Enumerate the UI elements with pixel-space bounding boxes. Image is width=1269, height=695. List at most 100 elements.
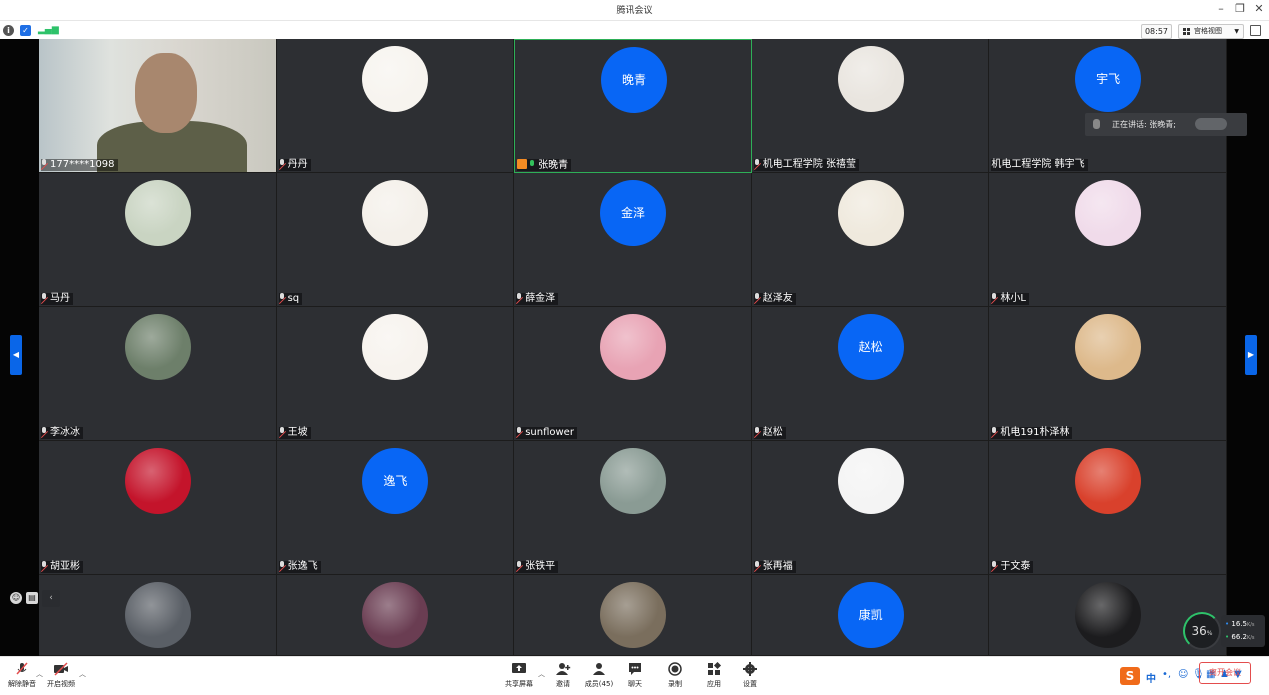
participant-grid: 177****1098 丹丹 晚青 张晚青 机电工程学院 张禧莹 宇飞 机电工程学院 韩宇飞… (39, 39, 1227, 656)
participant-nameplate: 机电191朴泽林 (991, 427, 1073, 439)
participant-nameplate: 张铁平 (516, 561, 559, 573)
participant-tile[interactable]: 晚青 张晚青 (514, 39, 752, 173)
participant-tile[interactable]: 机电工程学院 张禧莹 (751, 39, 990, 173)
participant-tile[interactable]: 赵松 赵松 (751, 307, 990, 441)
participant-nameplate: 王坡 (278, 427, 311, 439)
participant-tile[interactable]: 丹丹 (276, 39, 515, 173)
participant-tile[interactable]: 金泽 薛金泽 (514, 173, 752, 307)
upload-rate-unit: K/s (1246, 622, 1255, 628)
grid-view-icon (1183, 28, 1191, 35)
participant-name: 张铁平 (525, 561, 556, 572)
mic-muted-icon (279, 561, 286, 570)
minimize-icon[interactable]: – (1214, 2, 1228, 16)
collapse-button[interactable]: ‹ (42, 590, 60, 607)
participant-nameplate: 胡亚彬 (41, 561, 83, 573)
unmute-label: 解除静音 (8, 680, 36, 688)
network-widget[interactable]: 36% • 16.5K/s • 66.2K/s (1183, 612, 1265, 650)
participant-tile[interactable]: 张再福 (751, 441, 990, 575)
participant-tile[interactable]: 马丹 (39, 173, 277, 307)
share-screen-button[interactable]: 共享屏幕 (497, 657, 541, 695)
network-quality-gauge: 36% (1183, 612, 1221, 650)
close-icon[interactable]: ✕ (1252, 2, 1266, 16)
participant-tile[interactable]: 胡亚彬 (39, 441, 277, 575)
participant-tile[interactable]: 177****1098 (39, 39, 277, 173)
network-percent-unit: % (1206, 630, 1213, 637)
download-arrow-icon: • (1225, 633, 1230, 641)
participant-tile[interactable]: 康凯 (751, 575, 990, 656)
participant-tile[interactable]: 机电191朴泽林 (989, 307, 1227, 441)
participant-tile[interactable] (514, 575, 752, 656)
participant-tile[interactable]: 李冰冰 (39, 307, 277, 441)
participant-video (39, 39, 276, 172)
participant-name: 赵松 (762, 427, 783, 438)
previous-page-button[interactable]: ◀ (10, 335, 22, 375)
participant-tile[interactable]: 赵泽友 (751, 173, 990, 307)
participant-nameplate: sunflower (516, 427, 577, 439)
start-video-button[interactable]: 开启视频 (39, 657, 83, 695)
participant-tile[interactable]: sunflower (514, 307, 752, 441)
chat-button[interactable]: 聊天 (613, 657, 657, 695)
restore-icon[interactable]: ❐ (1233, 2, 1247, 16)
mic-muted-icon (991, 561, 998, 570)
leave-meeting-button[interactable]: 离开会议 (1199, 662, 1251, 684)
download-rate: 66.2 (1231, 633, 1247, 641)
info-icon[interactable]: i (3, 25, 14, 36)
participant-tile[interactable]: sq (276, 173, 515, 307)
participant-avatar (837, 448, 904, 514)
next-page-button[interactable]: ▶ (1245, 335, 1257, 375)
chat-bubble-icon[interactable]: ▤ (26, 592, 38, 604)
participant-tile[interactable] (39, 575, 277, 656)
participant-nameplate: 机电工程学院 韩宇飞 (991, 159, 1088, 171)
mic-muted-icon (991, 427, 998, 436)
participant-avatar (837, 180, 904, 246)
participant-nameplate: 于文泰 (991, 561, 1034, 573)
fullscreen-icon[interactable] (1250, 25, 1261, 36)
participant-nameplate: 机电工程学院 张禧莹 (753, 159, 859, 171)
participant-avatar (599, 448, 666, 514)
participant-tile[interactable]: 张铁平 (514, 441, 752, 575)
meeting-clock: 08:57 (1141, 24, 1172, 39)
signal-icon[interactable]: ▂▄▆ (38, 25, 59, 36)
mic-muted-icon (754, 561, 761, 570)
participant-tile[interactable]: 逸飞 张逸飞 (276, 441, 515, 575)
record-button[interactable]: 录制 (653, 657, 697, 695)
participant-avatar: 晚青 (600, 47, 667, 113)
participant-name: 林小L (1000, 293, 1026, 304)
participant-avatar (599, 314, 666, 380)
participant-name: sq (287, 293, 300, 304)
sogou-logo-icon: S (1120, 667, 1140, 685)
participant-tile[interactable]: 于文泰 (989, 441, 1227, 575)
network-percent: 36 (1191, 624, 1207, 638)
participant-nameplate: 177****1098 (41, 159, 118, 171)
settings-button[interactable]: 设置 (728, 657, 772, 695)
participant-name: 于文泰 (1000, 561, 1031, 572)
participant-avatar (1075, 582, 1142, 648)
participant-avatar (1075, 180, 1142, 246)
participant-avatar (362, 582, 429, 648)
participant-name: 李冰冰 (50, 427, 80, 438)
video-options-chevron-icon[interactable]: ︿ (79, 669, 86, 679)
apps-icon (708, 662, 722, 675)
record-label: 录制 (668, 680, 682, 688)
mic-muted-icon (516, 293, 523, 302)
mic-on-icon (529, 160, 536, 169)
invite-icon (556, 663, 571, 675)
participant-tile[interactable]: 宇飞 机电工程学院 韩宇飞 (989, 39, 1227, 173)
speaking-indicator: 正在讲话: 张晚青; (1085, 113, 1247, 136)
emoji-icon[interactable]: ☺ (10, 592, 22, 604)
participant-tile[interactable]: 林小L (989, 173, 1227, 307)
mic-muted-icon (41, 427, 48, 436)
meeting-info-bar: i ✓ ▂▄▆ 08:57 宫格视图 ▼ (0, 20, 1269, 40)
participant-tile[interactable] (276, 575, 515, 656)
participant-name: 赵泽友 (762, 293, 793, 304)
view-switch-button[interactable]: 宫格视图 ▼ (1178, 24, 1244, 39)
participant-nameplate: 赵松 (753, 427, 786, 439)
shield-icon[interactable]: ✓ (20, 25, 31, 36)
participant-tile[interactable]: 王坡 (276, 307, 515, 441)
participant-avatar (362, 46, 429, 112)
participant-name: 丹丹 (287, 159, 308, 170)
ime-mode: 中 (1146, 674, 1156, 685)
members-icon (593, 663, 605, 675)
participant-name: 张再福 (762, 561, 793, 572)
download-rate-unit: K/s (1246, 635, 1255, 641)
